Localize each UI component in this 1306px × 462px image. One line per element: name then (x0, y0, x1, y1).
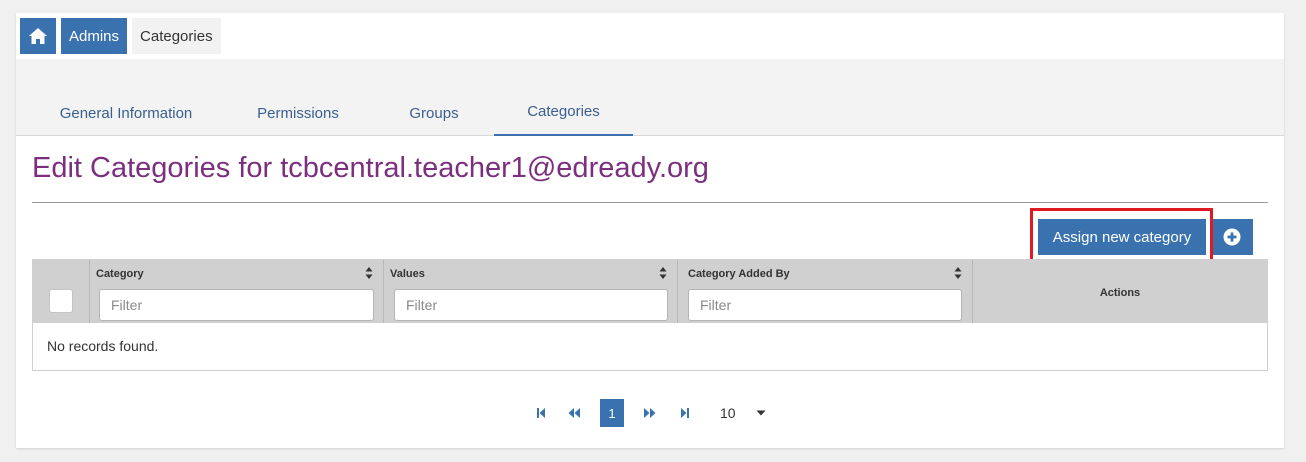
breadcrumb-admins[interactable]: Admins (61, 18, 128, 54)
last-page-button[interactable] (678, 399, 692, 427)
category-filter-input[interactable] (99, 289, 374, 321)
page-title: Edit Categories for tcbcentral.teacher1@… (32, 152, 709, 184)
page-button-1[interactable]: 1 (600, 399, 624, 427)
column-actions-label: Actions (1099, 287, 1141, 299)
values-filter-input[interactable] (394, 289, 668, 321)
next-page-button[interactable] (642, 399, 658, 427)
breadcrumb-home[interactable] (20, 18, 56, 54)
home-icon (29, 28, 47, 44)
column-category-added-by-label: Category Added By (688, 268, 790, 280)
table-header: Category Values Category Added By (33, 260, 1267, 323)
sort-icon[interactable] (954, 266, 962, 280)
tab-categories[interactable]: Categories (494, 59, 633, 136)
select-all-column (33, 260, 90, 323)
main-panel: Admins Categories General Information Pe… (16, 13, 1284, 448)
sort-icon[interactable] (659, 266, 667, 280)
plus-circle-icon (1223, 228, 1241, 246)
column-category-label: Category (96, 268, 144, 280)
tab-general-information[interactable]: General Information (32, 59, 220, 136)
column-values[interactable]: Values (384, 260, 678, 323)
first-page-icon (537, 408, 545, 418)
previous-page-button[interactable] (566, 399, 582, 427)
breadcrumb: Admins Categories (20, 18, 221, 54)
first-page-button[interactable] (534, 399, 548, 427)
last-page-icon (681, 408, 689, 418)
pagination: 1 10 (16, 399, 1284, 427)
tab-permissions[interactable]: Permissions (238, 59, 358, 136)
rows-per-page-value: 10 (720, 405, 736, 421)
tab-bar: General Information Permissions Groups C… (16, 59, 1284, 136)
column-actions: Actions (973, 260, 1267, 323)
sort-icon[interactable] (365, 266, 373, 280)
title-divider (32, 202, 1268, 203)
column-category-added-by[interactable]: Category Added By (678, 260, 973, 323)
select-all-checkbox[interactable] (49, 289, 73, 313)
next-page-icon (644, 408, 656, 418)
category-added-by-filter-input[interactable] (688, 289, 962, 321)
breadcrumb-current: Categories (132, 18, 221, 54)
tab-groups[interactable]: Groups (392, 59, 476, 136)
column-category[interactable]: Category (90, 260, 384, 323)
empty-message: No records found. (47, 338, 159, 354)
previous-page-icon (568, 408, 580, 418)
categories-table: Category Values Category Added By (32, 259, 1268, 371)
column-values-label: Values (390, 268, 425, 280)
add-category-button[interactable] (1211, 219, 1253, 255)
chevron-down-icon (756, 410, 766, 416)
rows-per-page-select[interactable]: 10 (720, 399, 766, 427)
